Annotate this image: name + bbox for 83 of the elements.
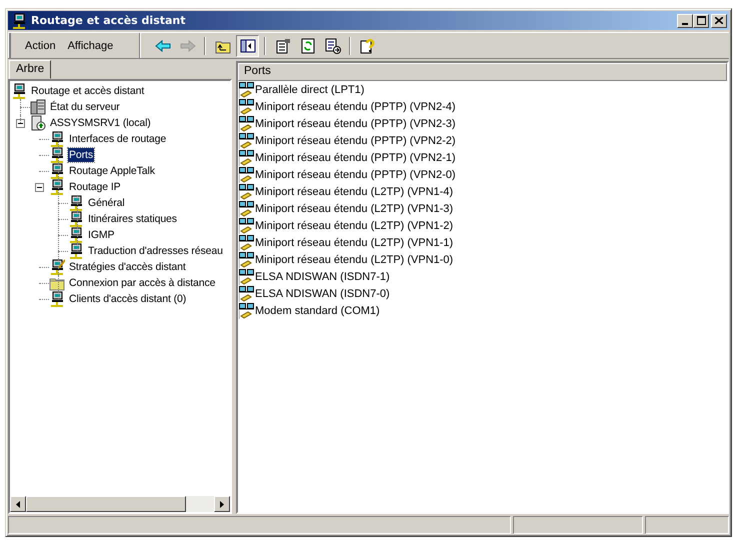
help-icon [360, 38, 376, 54]
port-icon [239, 218, 255, 234]
tree-item[interactable]: État du serveur [49, 100, 121, 114]
export-list-icon [324, 38, 340, 54]
port-icon [239, 150, 255, 166]
tree-item[interactable]: Clients d'accès distant (0) [68, 292, 188, 306]
port-item[interactable]: Miniport réseau étendu (L2TP) (VPN1-2) [255, 220, 454, 232]
tree-item[interactable]: Routage et accès distant [30, 84, 146, 98]
computer-icon [68, 211, 84, 227]
computer-icon [49, 179, 65, 195]
computer-icon [68, 243, 84, 259]
tree-item[interactable]: Routage IP [68, 180, 122, 194]
left-arrow-icon [16, 500, 20, 508]
maximize-icon [696, 16, 706, 25]
port-icon [239, 132, 255, 148]
port-icon [239, 252, 255, 268]
port-icon [239, 82, 255, 98]
port-item[interactable]: Miniport réseau étendu (PPTP) (VPN2-4) [255, 100, 456, 112]
port-item[interactable]: Modem standard (COM1) [255, 304, 380, 316]
port-icon [239, 268, 255, 284]
window-title: Routage et accès distant [31, 14, 187, 27]
port-icon [239, 200, 255, 216]
port-item[interactable]: ELSA NDISWAN (ISDN7-0) [255, 288, 390, 300]
minimize-button[interactable] [677, 14, 693, 28]
tree-item[interactable]: IGMP [87, 228, 116, 242]
port-item[interactable]: Miniport réseau étendu (PPTP) (VPN2-2) [255, 134, 456, 146]
tree-item[interactable]: Interfaces de routage [68, 132, 168, 146]
column-header[interactable]: Ports [238, 63, 727, 81]
port-item[interactable]: Miniport réseau étendu (PPTP) (VPN2-0) [255, 168, 456, 180]
refresh-icon [300, 38, 316, 54]
port-icon [239, 166, 255, 182]
tree-tab[interactable]: Arbre [9, 60, 52, 79]
maximize-button[interactable] [693, 14, 709, 28]
menu-item[interactable]: Affichage [62, 40, 120, 52]
policy-icon [49, 259, 65, 275]
port-icon [239, 302, 255, 318]
horizontal-scrollbar[interactable] [10, 496, 230, 512]
computer-icon [49, 131, 65, 147]
tree-item[interactable]: Connexion par accès à distance [68, 276, 216, 290]
minimize-icon [682, 22, 688, 24]
port-item[interactable]: Miniport réseau étendu (L2TP) (VPN1-1) [255, 236, 454, 248]
tree-item[interactable]: Itinéraires statiques [87, 212, 178, 226]
close-button[interactable] [711, 14, 727, 28]
port-icon [239, 98, 255, 114]
scroll-left-button[interactable] [10, 496, 26, 512]
computer-icon [49, 163, 65, 179]
port-item[interactable]: Miniport réseau étendu (PPTP) (VPN2-1) [255, 152, 456, 164]
computer-icon [68, 227, 84, 243]
tree-item[interactable]: Routage AppleTalk [68, 164, 156, 178]
properties-icon [274, 38, 290, 54]
computer-icon [11, 12, 27, 28]
forward-arrow-icon [180, 38, 196, 54]
computer-icon [68, 195, 84, 211]
collapse-toggle[interactable] [16, 118, 25, 128]
panel-button[interactable] [236, 34, 259, 56]
port-item[interactable]: Parallèle direct (LPT1) [255, 84, 364, 96]
right-arrow-icon [220, 500, 224, 508]
menu-item[interactable]: Action [19, 40, 62, 52]
server-icon [30, 115, 46, 131]
tree-item[interactable]: ASSYSMSRV1 (local) [49, 116, 152, 130]
port-icon [239, 286, 255, 302]
scroll-right-button[interactable] [214, 496, 230, 512]
panel-icon [240, 38, 256, 54]
back-arrow-icon [154, 38, 170, 54]
port-icon [239, 234, 255, 250]
computer-icon [49, 291, 65, 307]
tree-item[interactable]: Ports [68, 148, 94, 162]
tree-item[interactable]: Stratégies d'accès distant [68, 260, 187, 274]
tree-item[interactable]: Traduction d'adresses réseau [87, 244, 224, 258]
computer-icon [11, 83, 27, 99]
port-item[interactable]: Miniport réseau étendu (L2TP) (VPN1-4) [255, 186, 454, 198]
collapse-toggle[interactable] [35, 182, 44, 192]
port-icon [239, 116, 255, 132]
port-item[interactable]: Miniport réseau étendu (L2TP) (VPN1-3) [255, 202, 454, 214]
tree-item[interactable]: Général [87, 196, 126, 210]
server-icon [30, 99, 46, 115]
scroll-thumb[interactable] [26, 496, 186, 512]
close-icon [715, 17, 723, 24]
port-item[interactable]: Miniport réseau étendu (PPTP) (VPN2-3) [255, 118, 456, 130]
port-icon [239, 184, 255, 200]
computer-icon [49, 147, 65, 163]
port-item[interactable]: ELSA NDISWAN (ISDN7-1) [255, 270, 390, 282]
port-item[interactable]: Miniport réseau étendu (L2TP) (VPN1-0) [255, 254, 454, 266]
